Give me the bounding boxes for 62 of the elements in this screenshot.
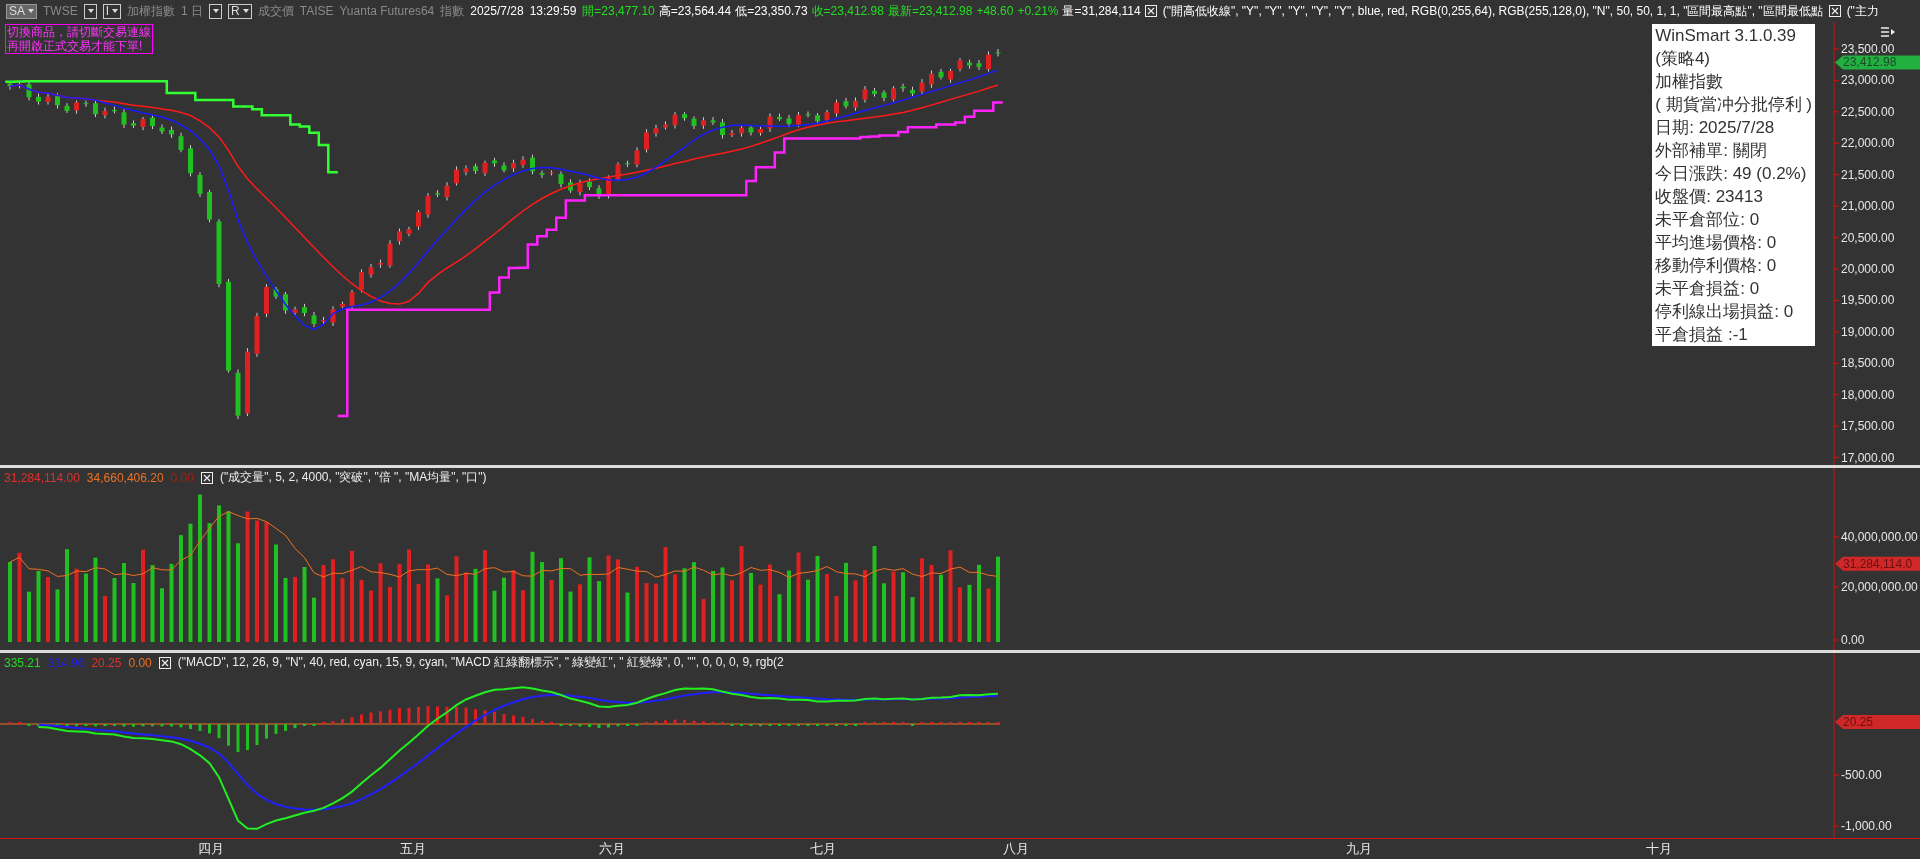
value-tag: 31,284,114.0 [1835,556,1920,571]
symbol-label: TAISE [299,4,334,18]
indicator-value: 34,660,406.20 [86,470,164,485]
symbol-label: TWSE [43,4,78,18]
axis-label: 22,000.00 [1841,136,1895,151]
study-parameters: ("開高低收線", "Y", "Y", "Y", "Y", "Y", blue, red, RGB(0,255,64), RGB(255,128,0), "N", 50, 50, 1, 1, "區間最高點", "區間最低點 [1162,2,1823,20]
warning-message: 切換商品，請切斷交易連線 再開啟正式交易才能下單! [5,24,153,54]
symbol-label: 加權指數 [127,2,176,20]
axis-label: 20,000,000.00 [1841,580,1918,594]
study-parameters: ("主力 [1846,2,1879,20]
indicator-value: 314.96 [47,655,85,670]
dropdown-button[interactable]: SA [6,3,37,19]
quote-value: 收=23,412.98 [811,2,884,20]
axis-label: 20,500.00 [1841,230,1895,245]
quote-value: +48.60 [976,4,1014,18]
axis-label: -500.00 [1841,768,1882,782]
indicator-value: 0.00 [170,470,194,485]
axis-label: 20,000.00 [1841,262,1895,276]
axis-label: 19,000.00 [1841,324,1895,339]
study-parameters: ("成交量", 5, 2, 4000, "突破", "倍 ", "MA均量", "口") [219,469,487,486]
axis-label: 40,000,000.00 [1841,530,1918,544]
axis-label: 19,500.00 [1841,293,1895,308]
timestamp-text: 2025/7/28 [470,4,524,18]
symbol-label: 指數 [440,2,465,20]
symbol-label: 1 日 [181,2,204,20]
axis-label: 八月 [1003,841,1029,856]
axis-label: 五月 [400,841,426,856]
axis-label: 六月 [599,841,625,856]
symbol-label: Yuanta Futures64 [339,4,435,18]
axis-label: 0.00 [1841,633,1865,647]
axis-label: 23,000.00 [1841,73,1895,88]
indicator-value: 31,284,114.00 [4,470,80,485]
axis-label: 十月 [1646,841,1672,856]
axis-label: 23,500.00 [1841,42,1895,56]
axis-label: -1,000.00 [1841,819,1892,833]
dropdown-button[interactable]: I [102,3,122,19]
axis-label: 22,500.00 [1841,104,1895,119]
value-tag: 23,412.98 [1835,55,1920,70]
axis-label: 四月 [198,841,224,856]
quote-value: 最新=23,412.98 [888,2,973,20]
dropdown-button[interactable]: R [228,3,252,19]
value-tag: 20.25 [1835,714,1920,729]
axis-label: 18,000.00 [1841,387,1895,402]
axis-label: 21,500.00 [1841,167,1895,182]
axis-label: 18,500.00 [1841,356,1895,371]
axis-label: 17,500.00 [1841,419,1895,434]
quote-value: 量=31,284,114 [1062,2,1141,20]
indicator-value: 335.21 [4,655,41,670]
axis-label: 七月 [810,841,836,856]
axis-label: 17,000.00 [1841,450,1895,465]
quote-value: 低=23,350.73 [735,2,808,20]
indicator-value: 0.00 [128,655,152,670]
symbol-label: 成交價 [257,2,294,20]
quote-value: +0.21% [1017,4,1059,18]
study-parameters: ("MACD", 12, 26, 9, "N", 40, red, cyan, 15, 9, cyan, "MACD 紅綠翻標示", " 綠變紅", " 紅變綠", 0, "", 0, 0, 0, 9, rgb(2 [177,654,784,671]
axis-label: 九月 [1346,841,1372,856]
timestamp-text: 13:29:59 [529,4,577,18]
strategy-info-panel: WinSmart 3.1.0.39 (策略4) 加權指數 ( 期貨當冲分批停利 ) 日期: 2025/7/28 外部補單: 關閉 今日漲跌: 49 (0.2%) 收盤價: 23413 未平倉部位: 0 平均進場價格: 0 移動停利價格: 0 未平倉損益: 0 停利線出場損益: 0 平倉損益 :-1 [1652,24,1815,346]
quote-value: 開=23,477.10 [582,2,655,20]
quote-value: 高=23,564.44 [658,2,732,20]
axis-label: 21,000.00 [1841,199,1895,214]
indicator-value: 20.25 [91,655,122,670]
